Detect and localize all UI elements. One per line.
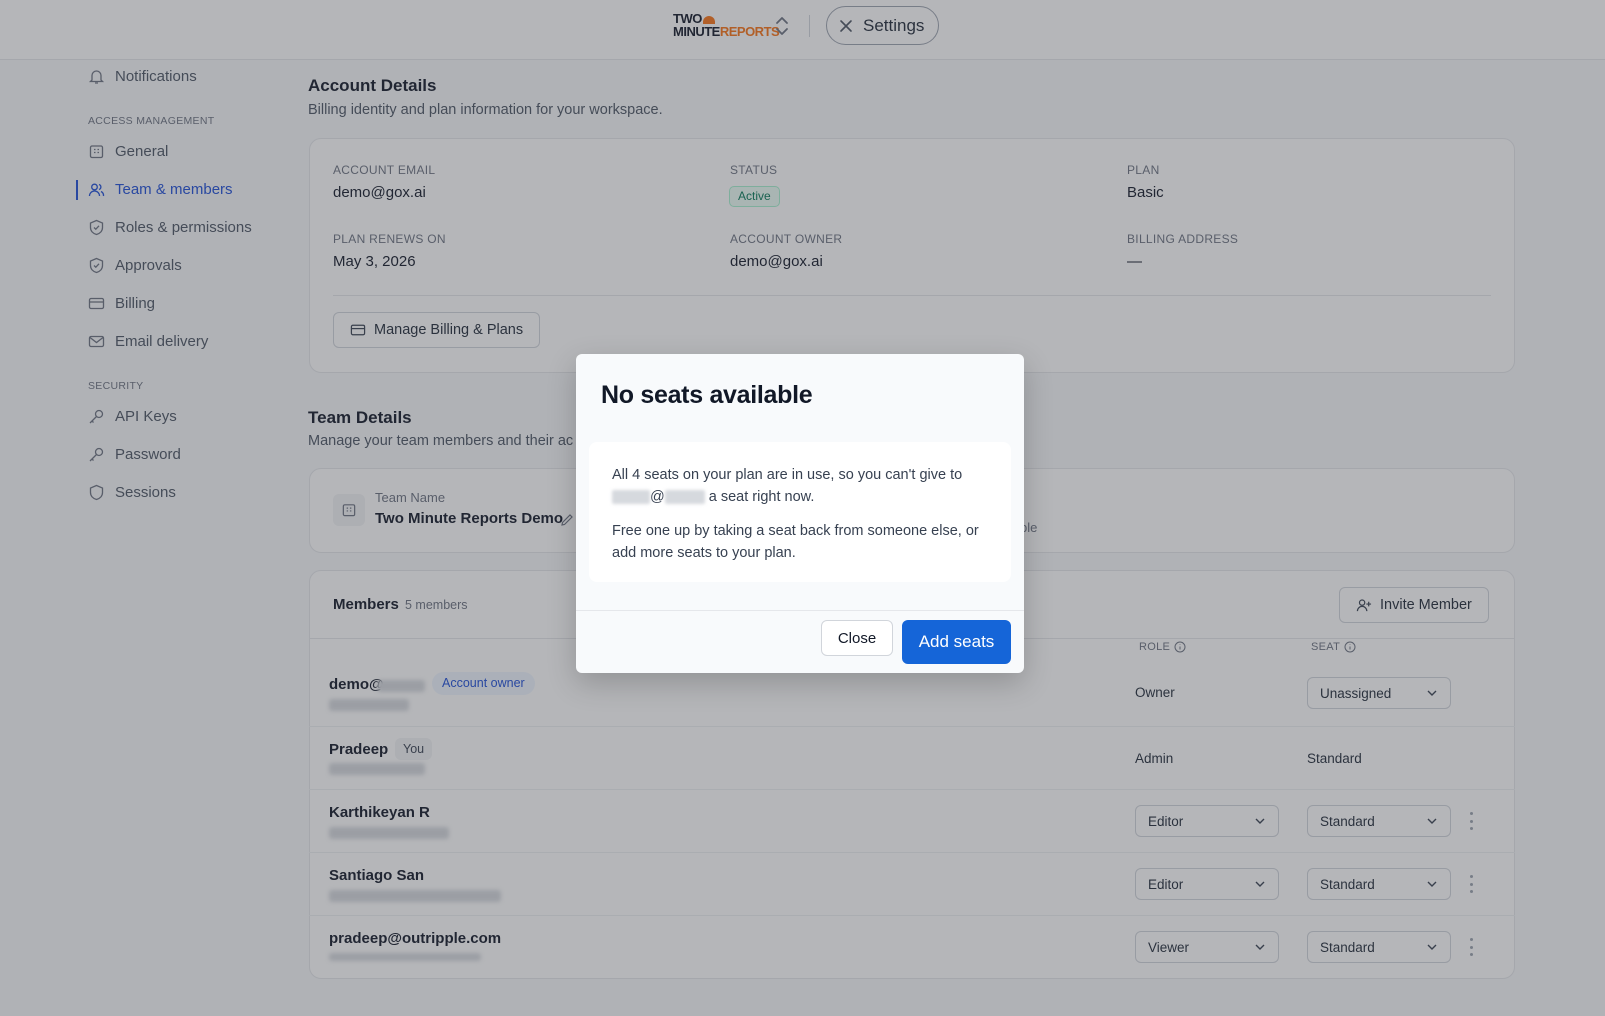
dialog-at-sign: @ [650,489,665,505]
dialog-message-para2: Free one up by taking a seat back from s… [612,523,979,561]
dialog-message: All 4 seats on your plan are in use, so … [612,464,988,508]
no-seats-dialog: No seats available All 4 seats on your p… [576,354,1024,673]
add-seats-button[interactable]: Add seats [902,620,1011,664]
dialog-message-line1: All 4 seats on your plan are in use, so … [612,467,963,483]
dialog-body: All 4 seats on your plan are in use, so … [589,442,1011,582]
close-button[interactable]: Close [821,620,893,656]
dialog-title: No seats available [601,381,813,409]
redacted-user [612,490,650,505]
dialog-message-line2: a seat right now. [708,489,815,505]
dialog-footer-divider [576,610,1024,611]
redacted-domain [664,490,705,505]
